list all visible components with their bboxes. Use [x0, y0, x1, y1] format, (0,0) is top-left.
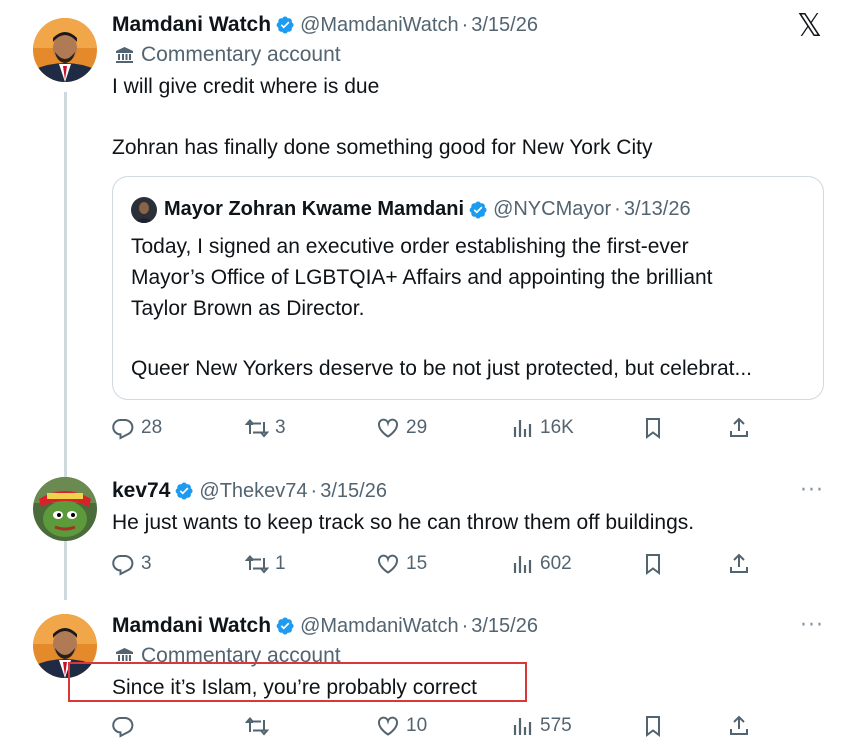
- bookmark-button[interactable]: [641, 416, 671, 440]
- quote-text-line: Today, I signed an executive order estab…: [131, 235, 689, 258]
- like-button[interactable]: 29: [376, 416, 427, 440]
- quote-author-name[interactable]: Mayor Zohran Kwame Mamdani: [164, 198, 464, 221]
- like-count: 10: [406, 715, 428, 736]
- quote-text-line: Mayor’s Office of LGBTQIA+ Affairs and a…: [131, 266, 713, 289]
- repost-button[interactable]: 1: [245, 552, 286, 576]
- repost-button[interactable]: [245, 714, 275, 738]
- repost-icon: [245, 552, 269, 576]
- quote-text-line: Queer New Yorkers deserve to be not just…: [131, 357, 753, 380]
- views-count: 575: [540, 715, 572, 736]
- views-count: 602: [540, 553, 572, 574]
- reply-button[interactable]: 3: [111, 552, 152, 576]
- post-date[interactable]: 3/15/26: [320, 480, 387, 503]
- x-logo-icon[interactable]: 𝕏: [797, 10, 822, 42]
- post-text-line: I will give credit where is due: [112, 75, 380, 98]
- verified-badge-icon: [468, 200, 488, 220]
- author-name[interactable]: Mamdani Watch: [112, 13, 271, 37]
- reply-icon: [111, 714, 135, 738]
- views-button[interactable]: 575: [510, 714, 572, 738]
- avatar[interactable]: [33, 18, 97, 82]
- share-button[interactable]: [727, 714, 757, 738]
- post-header: Mamdani Watch @MamdaniWatch · 3/15/26: [112, 13, 538, 37]
- like-icon: [376, 552, 400, 576]
- reply-icon: [111, 552, 135, 576]
- like-button[interactable]: 15: [376, 552, 427, 576]
- repost-button[interactable]: 3: [245, 416, 286, 440]
- reply-count: 28: [141, 417, 163, 438]
- repost-icon: [245, 416, 269, 440]
- highlight-annotation-box: [68, 662, 527, 702]
- views-button[interactable]: 602: [510, 552, 572, 576]
- views-icon: [510, 714, 534, 738]
- bookmark-icon: [641, 714, 665, 738]
- reply-button[interactable]: [111, 714, 141, 738]
- separator-dot: ·: [461, 13, 469, 36]
- share-icon: [727, 552, 751, 576]
- repost-icon: [245, 714, 269, 738]
- views-count: 16K: [540, 417, 574, 438]
- quote-avatar[interactable]: [131, 197, 157, 223]
- post-header: Mamdani Watch @MamdaniWatch · 3/15/26: [112, 614, 538, 638]
- quote-header: Mayor Zohran Kwame Mamdani @NYCMayor · 3…: [164, 198, 691, 221]
- share-button[interactable]: [727, 552, 757, 576]
- post-text-line: Zohran has finally done something good f…: [112, 136, 653, 159]
- reply-count: 3: [141, 553, 152, 574]
- share-button[interactable]: [727, 416, 757, 440]
- repost-count: 1: [275, 553, 286, 574]
- views-icon: [510, 416, 534, 440]
- views-button[interactable]: 16K: [510, 416, 574, 440]
- quote-date[interactable]: 3/13/26: [624, 198, 691, 221]
- repost-count: 3: [275, 417, 286, 438]
- verified-badge-icon: [174, 481, 194, 501]
- separator-dot: ·: [310, 479, 318, 502]
- commentary-label-text: Commentary account: [141, 43, 341, 66]
- share-icon: [727, 416, 751, 440]
- separator-dot: ·: [614, 198, 621, 220]
- commentary-label: Commentary account: [116, 43, 341, 67]
- more-options-icon[interactable]: ···: [800, 478, 824, 503]
- views-icon: [510, 552, 534, 576]
- author-handle[interactable]: @MamdaniWatch: [300, 615, 459, 638]
- verified-badge-icon: [275, 616, 295, 636]
- reply-button[interactable]: 28: [111, 416, 162, 440]
- quote-text-line: Taylor Brown as Director.: [131, 297, 365, 320]
- bookmark-button[interactable]: [641, 552, 671, 576]
- like-icon: [376, 416, 400, 440]
- like-button[interactable]: 10: [376, 714, 427, 738]
- like-count: 15: [406, 553, 428, 574]
- reply-icon: [111, 416, 135, 440]
- post-date[interactable]: 3/15/26: [471, 14, 538, 37]
- bookmark-icon: [641, 552, 665, 576]
- author-handle[interactable]: @Thekev74: [199, 480, 307, 503]
- post-header: kev74 @Thekev74 · 3/15/26: [112, 479, 387, 503]
- bookmark-button[interactable]: [641, 714, 671, 738]
- share-icon: [727, 714, 751, 738]
- more-options-icon[interactable]: ···: [800, 613, 824, 638]
- post-text-line: He just wants to keep track so he can th…: [112, 511, 695, 534]
- bookmark-icon: [641, 416, 665, 440]
- separator-dot: ·: [461, 614, 469, 637]
- verified-badge-icon: [275, 15, 295, 35]
- quote-author-handle[interactable]: @NYCMayor: [493, 198, 611, 221]
- government-building-icon: [116, 47, 133, 63]
- like-count: 29: [406, 417, 428, 438]
- post-date[interactable]: 3/15/26: [471, 615, 538, 638]
- avatar[interactable]: [33, 477, 97, 541]
- author-handle[interactable]: @MamdaniWatch: [300, 14, 459, 37]
- like-icon: [376, 714, 400, 738]
- author-name[interactable]: Mamdani Watch: [112, 614, 271, 638]
- author-name[interactable]: kev74: [112, 479, 170, 503]
